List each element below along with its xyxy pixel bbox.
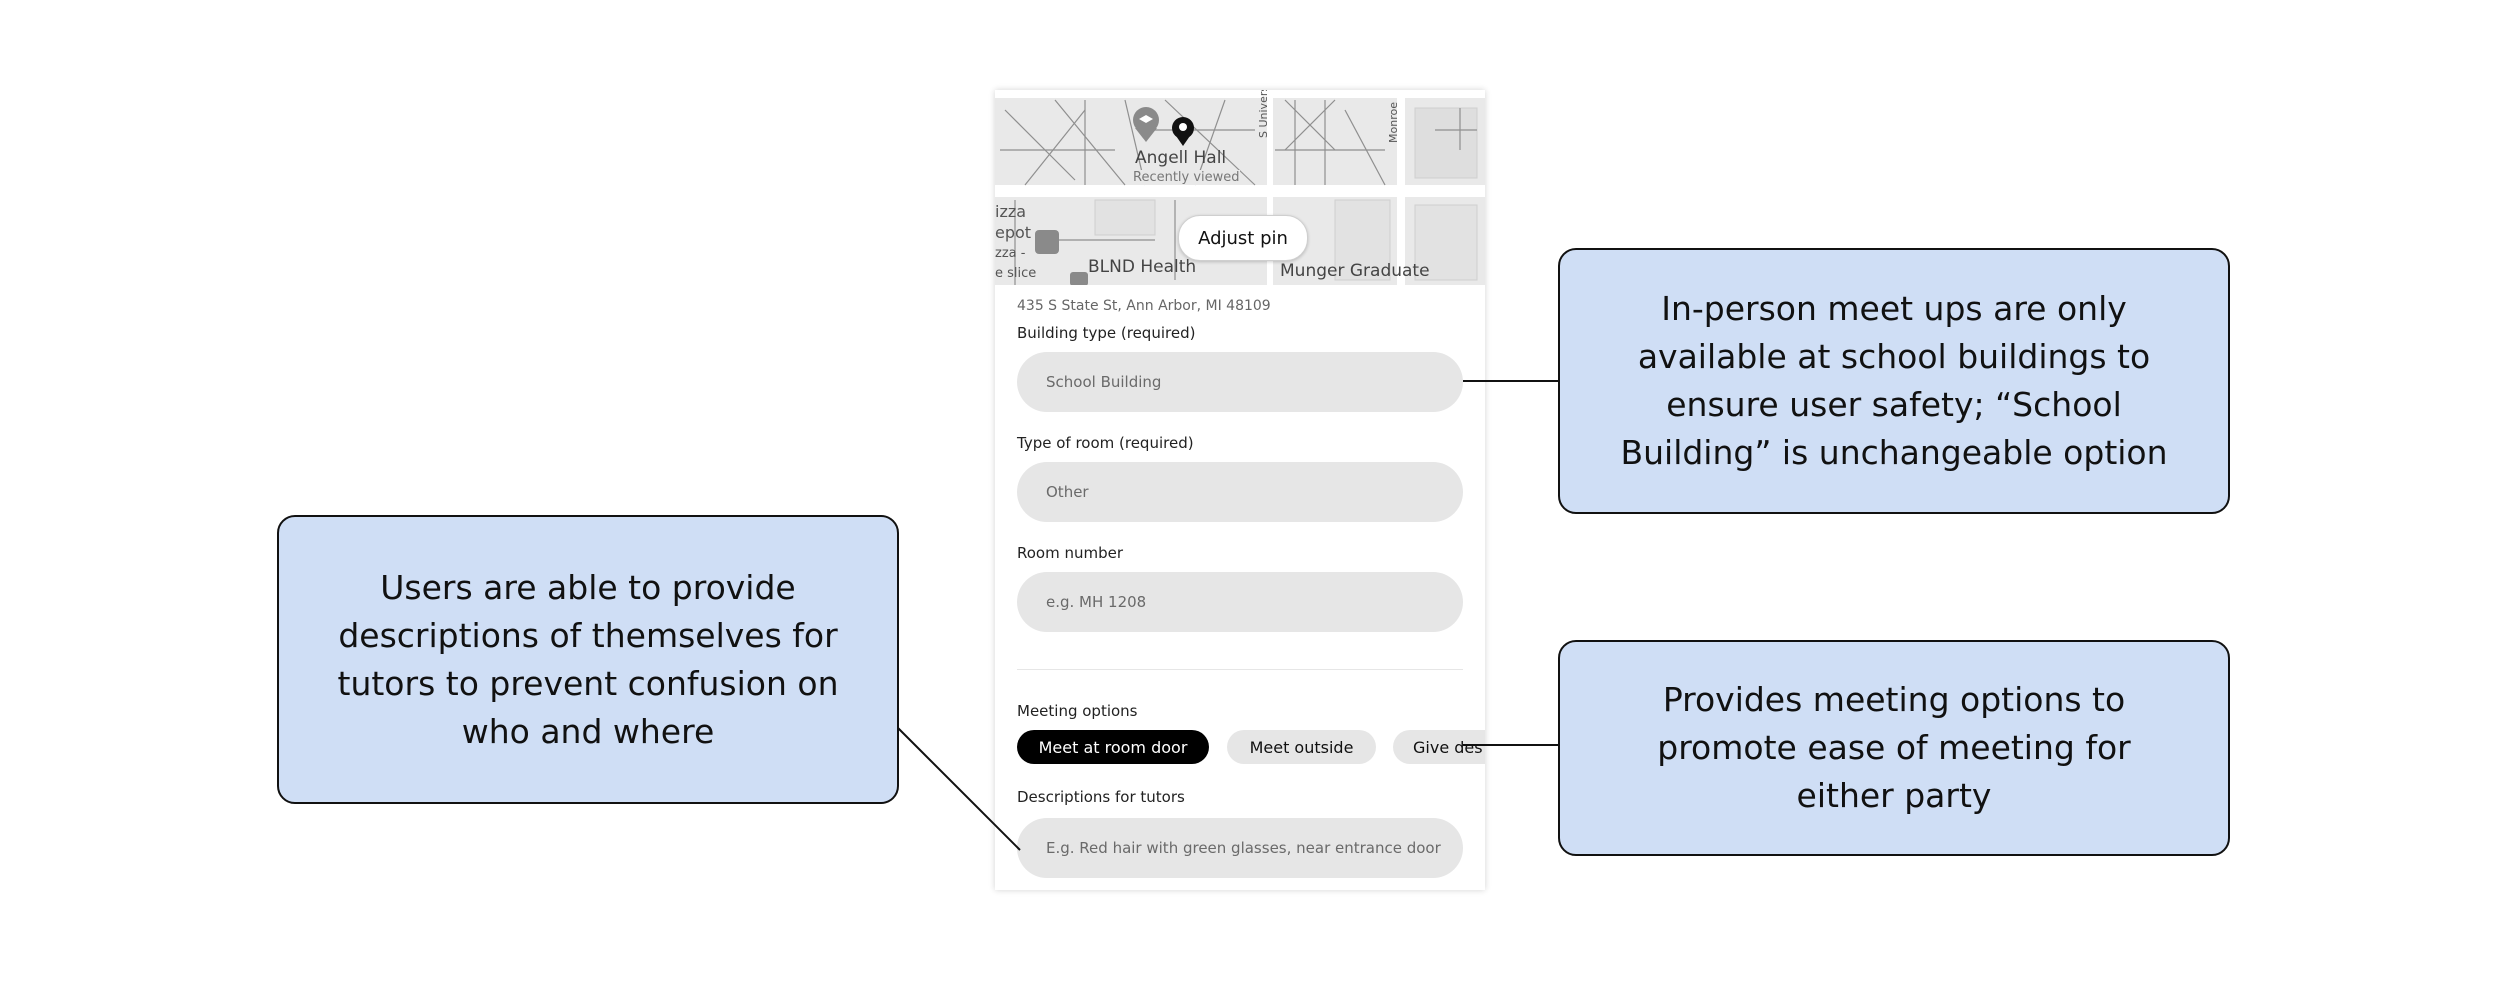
map-poi-label: zza - bbox=[995, 246, 1026, 261]
meeting-options-label: Meeting options bbox=[1017, 702, 1138, 720]
section-divider bbox=[1017, 669, 1463, 670]
meeting-option-chip[interactable]: Meet at room door bbox=[1017, 730, 1209, 764]
meeting-option-chip[interactable]: Meet outside bbox=[1227, 730, 1376, 764]
map-poi-label: Munger Graduate bbox=[1280, 261, 1430, 281]
map-poi-label: e slice bbox=[995, 266, 1037, 281]
address-text: 435 S State St, Ann Arbor, MI 48109 bbox=[1017, 298, 1271, 314]
map-poi-label: BLND Health bbox=[1088, 257, 1197, 277]
callout-descriptions: Users are able to provide descriptions o… bbox=[277, 515, 899, 804]
building-type-value: School Building bbox=[1046, 373, 1162, 391]
meeting-option-chip[interactable]: Give des bbox=[1393, 730, 1485, 764]
room-type-value: Other bbox=[1046, 483, 1089, 501]
map-poi-label: izza bbox=[995, 202, 1027, 221]
callout-building-type: In-person meet ups are only available at… bbox=[1558, 248, 2230, 514]
room-number-placeholder: e.g. MH 1208 bbox=[1046, 593, 1147, 611]
room-type-label: Type of room (required) bbox=[1017, 434, 1194, 452]
map-poi-label: epot bbox=[995, 223, 1032, 242]
phone-screen: Angell Hall Recently viewed S Univers Mo… bbox=[995, 90, 1485, 890]
descriptions-label: Descriptions for tutors bbox=[1017, 788, 1185, 806]
map-place-name: Angell Hall bbox=[1135, 148, 1227, 168]
descriptions-input[interactable]: E.g. Red hair with green glasses, near e… bbox=[1017, 818, 1463, 878]
room-number-input[interactable]: e.g. MH 1208 bbox=[1017, 572, 1463, 632]
map-street-label: Monroe bbox=[1387, 102, 1400, 143]
map-street-label: S Univers bbox=[1257, 90, 1270, 138]
descriptions-placeholder: E.g. Red hair with green glasses, near e… bbox=[1046, 839, 1441, 857]
building-type-label: Building type (required) bbox=[1017, 324, 1196, 342]
adjust-pin-button[interactable]: Adjust pin bbox=[1178, 215, 1308, 261]
room-number-label: Room number bbox=[1017, 544, 1124, 562]
room-type-field[interactable]: Other bbox=[1017, 462, 1463, 522]
callout-meeting-options: Provides meeting options to promote ease… bbox=[1558, 640, 2230, 856]
building-type-field[interactable]: School Building bbox=[1017, 352, 1463, 412]
map-place-subtext: Recently viewed bbox=[1133, 170, 1240, 185]
map-view[interactable]: Angell Hall Recently viewed S Univers Mo… bbox=[995, 90, 1485, 285]
